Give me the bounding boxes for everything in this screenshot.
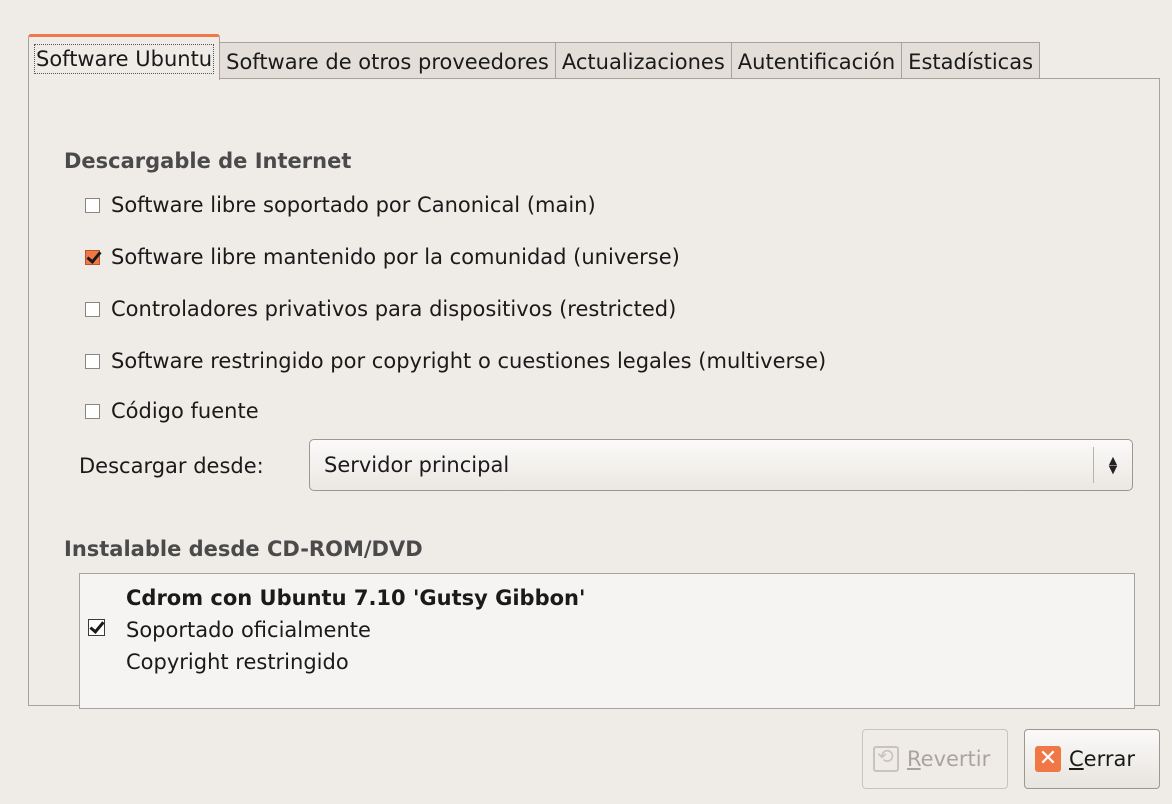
checkbox[interactable]	[85, 403, 100, 419]
checkbox[interactable]	[85, 301, 100, 317]
option-restricted[interactable]: Controladores privativos para dispositiv…	[85, 297, 676, 321]
cdrom-entry-support: Soportado oficialmente	[126, 618, 371, 642]
cdrom-section-title: Instalable desde CD-ROM/DVD	[64, 537, 423, 561]
mnemonic: R	[907, 747, 921, 771]
tab-bar: Software Ubuntu Software de otros provee…	[28, 34, 1041, 80]
revert-button-label: Revertir	[907, 747, 990, 771]
close-icon: ✕	[1035, 746, 1061, 772]
option-label: Software restringido por copyright o cue…	[111, 349, 827, 373]
checkbox[interactable]	[85, 353, 100, 369]
cdrom-entry[interactable]: Cdrom con Ubuntu 7.10 'Gutsy Gibbon' Sop…	[126, 582, 585, 678]
option-label: Controladores privativos para dispositiv…	[111, 297, 677, 321]
download-server-select[interactable]: Servidor principal ▲ ▼	[309, 439, 1133, 491]
tab-authentication[interactable]: Autentificación	[730, 42, 903, 80]
option-multiverse[interactable]: Software restringido por copyright o cue…	[85, 349, 826, 373]
close-button-label: Cerrar	[1069, 747, 1135, 771]
checkbox[interactable]	[85, 197, 100, 213]
internet-section-title: Descargable de Internet	[64, 149, 352, 173]
tab-label: Software de otros proveedores	[226, 49, 549, 74]
mnemonic: C	[1069, 747, 1084, 771]
label-rest: evertir	[920, 747, 991, 771]
tab-updates[interactable]: Actualizaciones	[554, 42, 732, 80]
cdrom-entry-copyright: Copyright restringido	[126, 650, 349, 674]
tab-statistics[interactable]: Estadísticas	[901, 42, 1041, 80]
tab-label: Actualizaciones	[561, 49, 725, 74]
option-label: Código fuente	[111, 399, 259, 423]
option-source-code[interactable]: Código fuente	[85, 399, 259, 423]
cdrom-entry-title: Cdrom con Ubuntu 7.10 'Gutsy Gibbon'	[126, 586, 586, 610]
cdrom-list: Cdrom con Ubuntu 7.10 'Gutsy Gibbon' Sop…	[79, 573, 1135, 709]
option-universe[interactable]: Software libre mantenido por la comunida…	[85, 245, 680, 269]
close-button[interactable]: ✕ Cerrar	[1024, 729, 1160, 789]
download-server-value: Servidor principal	[324, 453, 510, 477]
tab-label: Autentificación	[737, 49, 896, 74]
checkbox-checked[interactable]	[85, 249, 100, 265]
download-from-label: Descargar desde:	[79, 454, 264, 478]
up-down-arrows-icon: ▲ ▼	[1108, 454, 1118, 476]
tab-label: Estadísticas	[908, 49, 1034, 74]
option-label: Software libre mantenido por la comunida…	[111, 245, 680, 269]
option-label: Software libre soportado por Canonical (…	[111, 193, 596, 217]
tab-third-party-software[interactable]: Software de otros proveedores	[219, 42, 556, 80]
revert-icon	[873, 744, 899, 772]
tab-label: Software Ubuntu	[34, 43, 215, 74]
revert-button[interactable]: Revertir	[862, 729, 1008, 789]
option-main[interactable]: Software libre soportado por Canonical (…	[85, 193, 596, 217]
tab-page-software-ubuntu: Descargable de Internet Software libre s…	[28, 78, 1160, 709]
tab-software-ubuntu[interactable]: Software Ubuntu	[28, 34, 221, 80]
label-rest: errar	[1083, 747, 1135, 771]
cdrom-checkbox[interactable]	[88, 619, 105, 636]
settings-notebook: Software Ubuntu Software de otros provee…	[28, 34, 1160, 709]
